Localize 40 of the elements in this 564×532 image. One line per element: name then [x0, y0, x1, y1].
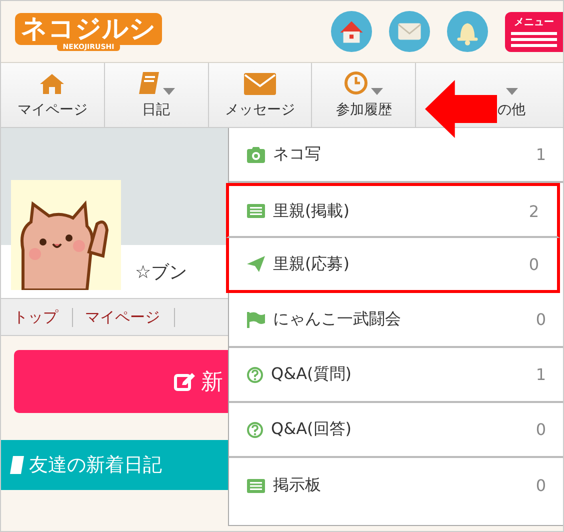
menu-item[interactable]: Q&A(質問) 1: [229, 348, 563, 403]
item-count: 0: [528, 254, 539, 274]
profile-name: ☆ブン: [135, 260, 188, 284]
mail-icon: [244, 73, 276, 95]
flag-icon: [247, 312, 265, 328]
bell-icon[interactable]: [447, 11, 488, 52]
pointer-arrow: [425, 79, 497, 139]
camera-icon: [247, 146, 265, 162]
menu-item[interactable]: 掲示板 0: [229, 458, 563, 513]
help-icon: [247, 366, 263, 382]
home-icon: [39, 73, 66, 95]
edit-icon: [174, 372, 196, 392]
item-count: 2: [528, 202, 539, 220]
list-icon: [247, 204, 265, 218]
home-icon[interactable]: [331, 11, 372, 52]
nav-tab[interactable]: 参加履歴: [312, 63, 416, 127]
book-icon: [9, 455, 25, 475]
breadcrumb-link[interactable]: マイページ: [73, 308, 175, 326]
clock-icon: [344, 71, 368, 95]
nav-tab[interactable]: メッセージ: [208, 63, 312, 127]
item-count: 1: [536, 365, 546, 384]
menu-item[interactable]: にゃんこ一武闘会 0: [229, 293, 563, 348]
item-count: 0: [536, 420, 546, 439]
help-icon: [247, 422, 263, 438]
menu-item[interactable]: 里親(応募) 0: [226, 238, 560, 293]
book-icon: [138, 71, 160, 95]
mail-icon[interactable]: [389, 11, 430, 52]
menu-item[interactable]: Q&A(回答) 0: [229, 403, 563, 458]
nav-tab[interactable]: マイページ: [1, 63, 105, 127]
item-count: 0: [536, 310, 546, 329]
menu-button[interactable]: メニュー: [505, 12, 563, 52]
menu-item[interactable]: 里親(掲載) 2: [226, 183, 560, 238]
breadcrumb-link[interactable]: トップ: [1, 308, 73, 326]
section-title: 友達の新着日記: [29, 453, 162, 478]
paper-plane-icon: [247, 256, 265, 272]
item-count: 1: [536, 145, 546, 164]
list-icon: [247, 478, 265, 492]
menu-item[interactable]: ネコ写 1: [229, 128, 563, 183]
item-count: 0: [536, 476, 546, 495]
nav-tab[interactable]: 日記: [104, 63, 209, 127]
